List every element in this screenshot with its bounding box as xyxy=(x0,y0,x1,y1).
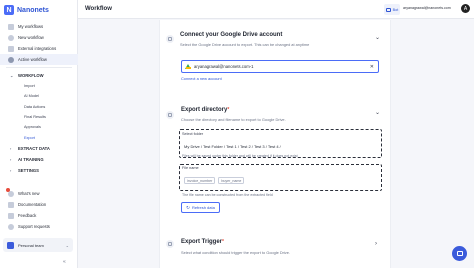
chat-support-button[interactable] xyxy=(452,246,467,261)
chat-icon xyxy=(456,251,463,256)
sidebar-subitem-final-results[interactable]: Final Results xyxy=(0,112,78,122)
step-trigger-title: Export Trigger* xyxy=(181,239,224,245)
user-email: aryanagrawal@nanonets.com xyxy=(403,6,451,10)
page-title: Workflow xyxy=(85,6,112,12)
file-name-label: File name xyxy=(182,166,199,170)
account-select[interactable]: aryanagrawal@nanonets.com-1 ✕ xyxy=(181,60,379,73)
top-bar: Workflow Bot aryanagrawal@nanonets.com A xyxy=(78,0,474,19)
brand-name: Nanonets xyxy=(17,6,49,14)
team-avatar xyxy=(7,241,14,249)
file-name-hint: The file name can be constructed from th… xyxy=(182,193,273,197)
sidebar-item-my-workflows[interactable]: My workflows xyxy=(0,21,78,32)
chat-button[interactable]: Bot xyxy=(384,4,400,15)
chevron-down-icon[interactable]: ⌄ xyxy=(375,109,380,116)
sidebar-item-label: Feedback xyxy=(18,213,37,218)
sidebar: N Nanonets My workflows New workflow Ext… xyxy=(0,0,78,268)
field-chip[interactable]: invoice_number xyxy=(184,177,216,184)
refresh-data-label: Refresh data xyxy=(191,205,215,210)
sidebar-bottom-nav: What's new Documentation Feedback Suppor… xyxy=(0,188,78,232)
sidebar-subitem-ai-model[interactable]: AI Model xyxy=(0,91,78,101)
team-label: Personal team xyxy=(18,242,44,248)
chevron-right-icon: › xyxy=(10,167,12,173)
sidebar-item-external-integrations[interactable]: External integrations xyxy=(0,43,78,54)
connect-new-account-link[interactable]: Connect a new account xyxy=(181,76,222,81)
sidebar-item-new-workflow[interactable]: New workflow xyxy=(0,32,78,43)
chevron-down-icon[interactable]: ⌄ xyxy=(375,34,380,41)
sidebar-top-nav: My workflows New workflow External integ… xyxy=(0,21,78,176)
sidebar-item-feedback[interactable]: Feedback xyxy=(0,210,78,221)
field-chip[interactable]: buyer_name xyxy=(218,177,245,184)
required-marker: * xyxy=(222,239,224,245)
section-label: AI TRAINING xyxy=(18,156,44,162)
chat-button-label: Bot xyxy=(392,7,399,12)
google-drive-icon xyxy=(185,64,191,69)
chevron-down-icon: ⌄ xyxy=(65,242,69,248)
sidebar-subitem-export[interactable]: Export xyxy=(0,132,78,142)
brand[interactable]: N Nanonets xyxy=(4,4,49,16)
collapse-sidebar-icon[interactable]: « xyxy=(63,259,66,265)
section-settings[interactable]: › SETTINGS xyxy=(0,165,78,176)
step-directory-desc: Choose the directory and filename to exp… xyxy=(181,117,286,122)
refresh-data-button[interactable]: ↻ Refresh data xyxy=(181,202,220,213)
step-trigger-desc: Select what condition should trigger the… xyxy=(181,250,290,255)
step-directory-title-text: Export directory xyxy=(181,107,228,113)
folder-label: Select folder xyxy=(182,132,204,136)
refresh-icon: ↻ xyxy=(186,204,190,210)
chevron-right-icon: › xyxy=(10,145,12,151)
sidebar-item-documentation[interactable]: Documentation xyxy=(0,199,78,210)
user-avatar[interactable]: A xyxy=(461,4,470,13)
sidebar-item-label: Active workflow xyxy=(18,57,47,62)
section-label: SETTINGS xyxy=(18,167,39,173)
step-connect-desc: Select the Google Drive account to expor… xyxy=(180,42,310,47)
sidebar-item-label: What's new xyxy=(18,191,40,196)
chat-icon xyxy=(385,7,391,12)
step-directory-title: Export directory* xyxy=(181,107,229,113)
section-label: WORKFLOW xyxy=(18,73,44,78)
step-trigger-title-text: Export Trigger xyxy=(181,239,223,245)
link-icon xyxy=(168,37,172,41)
step-connect-title: Connect your Google Drive account xyxy=(180,32,283,38)
step-trigger-icon xyxy=(166,240,174,248)
step-directory-icon xyxy=(166,111,174,119)
folder-path-input[interactable]: My Drive / Test Folder / Test 1 / Test 2… xyxy=(182,141,379,152)
team-switcher[interactable]: Personal team ⌄ xyxy=(3,238,73,252)
sidebar-item-label: My workflows xyxy=(18,24,44,29)
sidebar-item-label: New workflow xyxy=(18,35,44,40)
step-connect-icon xyxy=(166,35,174,43)
nanonets-logo-icon: N xyxy=(4,5,14,15)
sidebar-item-label: Support requests xyxy=(18,224,50,229)
gift-icon xyxy=(8,190,14,197)
chevron-down-icon: ⌄ xyxy=(10,73,14,78)
integration-icon xyxy=(8,45,14,52)
section-ai-training[interactable]: › AI TRAINING xyxy=(0,154,78,165)
sidebar-subitem-import[interactable]: Import xyxy=(0,81,78,91)
book-icon xyxy=(8,201,14,208)
feedback-icon xyxy=(8,212,14,219)
sidebar-item-label: Documentation xyxy=(18,202,47,207)
folder-icon xyxy=(168,113,172,117)
divider xyxy=(6,67,72,68)
sidebar-item-support-requests[interactable]: Support requests xyxy=(0,221,78,232)
folder-hint: Files will be saved under this folder an… xyxy=(182,154,298,158)
workflow-icon xyxy=(8,56,14,63)
sidebar-item-active-workflow[interactable]: Active workflow xyxy=(0,54,78,65)
support-icon xyxy=(8,223,14,230)
sidebar-subitem-data-actions[interactable]: Data Actions xyxy=(0,102,78,112)
section-label: EXTRACT DATA xyxy=(18,145,50,151)
grid-icon xyxy=(8,23,14,30)
bolt-icon xyxy=(168,242,172,246)
required-marker: * xyxy=(227,107,230,113)
plus-icon xyxy=(8,34,14,41)
sidebar-item-whats-new[interactable]: What's new xyxy=(0,188,78,199)
section-workflow[interactable]: ⌄ WORKFLOW xyxy=(0,70,78,81)
chevron-right-icon: › xyxy=(10,156,12,162)
close-icon[interactable]: ✕ xyxy=(370,64,374,70)
sidebar-item-label: External integrations xyxy=(18,46,57,51)
account-select-value: aryanagrawal@nanonets.com-1 xyxy=(194,64,254,69)
sidebar-subitem-approvals[interactable]: Approvals xyxy=(0,122,78,132)
chevron-right-icon[interactable]: › xyxy=(375,241,377,247)
file-name-chips[interactable]: invoice_number buyer_name xyxy=(184,177,245,184)
section-extract-data[interactable]: › EXTRACT DATA xyxy=(0,143,78,154)
